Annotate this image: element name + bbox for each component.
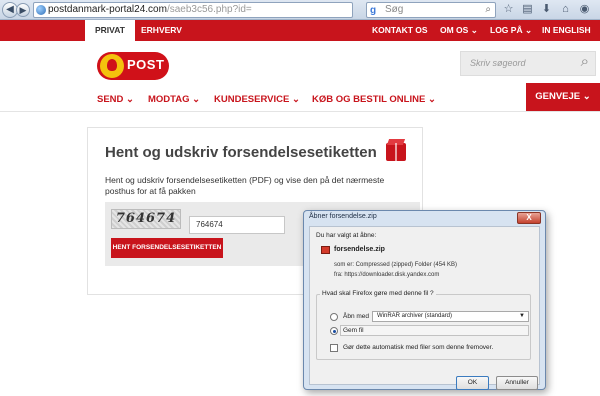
post-logo[interactable]: POST xyxy=(97,52,169,80)
download-icon[interactable]: ⬇ xyxy=(540,3,553,16)
url-path: /saeb3c56.php?id= xyxy=(166,4,252,15)
address-bar[interactable]: postdanmark-portal24.com/saeb3c56.php?id… xyxy=(33,2,353,18)
main-menu: SEND ⌄ MODTAG ⌄ KUNDESERVICE ⌄ KØB OG BE… xyxy=(0,86,600,112)
close-icon[interactable]: X xyxy=(517,212,541,224)
save-file-radio[interactable] xyxy=(330,327,338,335)
auto-checkbox[interactable] xyxy=(330,344,338,352)
link-kontakt-os[interactable]: KONTAKT OS xyxy=(372,20,428,41)
bookmark-star-icon[interactable]: ☆ xyxy=(502,3,515,16)
top-navigation: PRIVAT ERHVERV KONTAKT OS OM OS ⌄ LOG PÅ… xyxy=(0,20,600,41)
genveje-button[interactable]: GENVEJE ⌄ xyxy=(526,83,600,111)
dialog-title: Åbner forsendelse.zip xyxy=(309,213,377,220)
addon-icon[interactable]: ◉ xyxy=(578,3,591,16)
link-in-english[interactable]: IN ENGLISH xyxy=(542,20,591,41)
save-option-box xyxy=(340,325,529,336)
ok-button[interactable]: OK xyxy=(456,376,489,390)
captcha-input[interactable]: 764674 xyxy=(189,216,285,234)
save-file-label: Gem fil xyxy=(343,327,364,334)
dialog-file-type: som er: Compressed (zipped) Folder (454 … xyxy=(334,262,458,268)
forward-button[interactable]: ▶ xyxy=(16,3,30,17)
open-with-select[interactable]: WinRAR archiver (standard) ▼ xyxy=(372,311,529,322)
search-icon[interactable]: ⌕ xyxy=(581,53,589,70)
browser-search-placeholder: Søg xyxy=(385,4,404,15)
zip-file-icon xyxy=(321,246,330,254)
site-search-placeholder: Skriv søgeord xyxy=(470,58,526,68)
open-with-value: WinRAR archiver (standard) xyxy=(377,313,453,319)
browser-toolbar: ◀ ▶ postdanmark-portal24.com/saeb3c56.ph… xyxy=(0,0,600,20)
link-log-paa[interactable]: LOG PÅ ⌄ xyxy=(490,20,532,41)
dialog-file-source: fra: https://downloader.disk.yandex.com xyxy=(334,272,440,278)
dialog-filename: forsendelse.zip xyxy=(334,246,385,253)
browser-search-input[interactable]: g Søg ⌕ xyxy=(366,2,496,18)
menu-send[interactable]: SEND ⌄ xyxy=(97,94,134,105)
captcha-image: 764674 xyxy=(111,209,181,229)
dialog-body: Du har valgt at åbne: forsendelse.zip so… xyxy=(309,226,540,390)
menu-modtag[interactable]: MODTAG ⌄ xyxy=(148,94,200,105)
open-with-label: Åbn med xyxy=(343,313,370,320)
menu-kundeservice[interactable]: KUNDESERVICE ⌄ xyxy=(214,94,300,105)
horn-emblem-icon xyxy=(100,54,124,78)
tab-privat[interactable]: PRIVAT xyxy=(85,20,135,41)
clipboard-icon[interactable]: ▤ xyxy=(521,3,534,16)
open-file-dialog: Åbner forsendelse.zip X Du har valgt at … xyxy=(303,210,546,390)
site-search-input[interactable]: Skriv søgeord ⌕ xyxy=(460,51,596,76)
menu-koeb-og-bestil[interactable]: KØB OG BESTIL ONLINE ⌄ xyxy=(312,94,436,105)
tab-erhverv[interactable]: ERHVERV xyxy=(141,20,182,41)
cancel-button[interactable]: Annuller xyxy=(496,376,538,390)
url-domain: postdanmark-portal24.com xyxy=(48,4,167,15)
menu-divider xyxy=(0,111,600,112)
page-title: Hent og udskriv forsendelsesetiketten xyxy=(105,144,377,161)
google-icon: g xyxy=(370,5,377,16)
package-icon xyxy=(386,143,406,161)
dialog-intro: Du har valgt at åbne: xyxy=(316,232,377,239)
toolbar-icons: ☆ ▤ ⬇ ⌂ ◉ ≡ xyxy=(502,3,600,16)
get-label-button[interactable]: HENT FORSENDELSESETIKETTEN xyxy=(111,238,223,258)
chevron-down-icon: ▼ xyxy=(519,313,525,319)
auto-label: Gør dette automatisk med filer som denne… xyxy=(343,344,494,351)
search-icon[interactable]: ⌕ xyxy=(485,3,491,17)
home-icon[interactable]: ⌂ xyxy=(559,3,572,16)
link-om-os[interactable]: OM OS ⌄ xyxy=(440,20,478,41)
globe-icon xyxy=(36,5,46,15)
logo-text: POST xyxy=(127,57,165,72)
action-question: Hvad skal Firefox gøre med denne fil ? xyxy=(320,290,436,297)
card-description: Hent og udskriv forsendelsesetiketten (P… xyxy=(105,175,385,196)
open-with-radio[interactable] xyxy=(330,313,338,321)
